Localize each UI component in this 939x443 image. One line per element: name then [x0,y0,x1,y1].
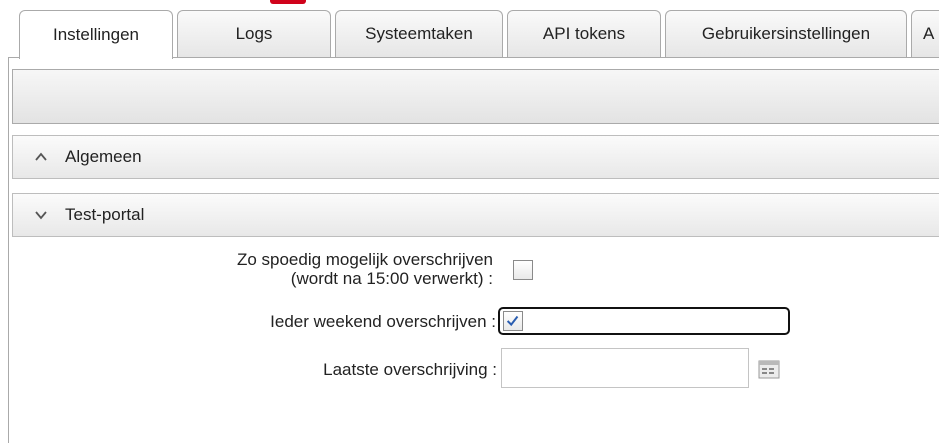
tab-logs[interactable]: Logs [177,10,331,57]
section-test-portal-header[interactable]: Test-portal [12,193,939,237]
asap-label: Zo spoedig mogelijk overschrijven (wordt… [237,250,493,288]
asap-checkbox[interactable] [513,260,533,280]
chevron-down-icon [35,211,47,220]
weekend-checkbox[interactable] [503,311,523,331]
tab-api-tokens[interactable]: API tokens [507,10,661,57]
section-title: Test-portal [65,205,145,224]
tab-systeemtaken[interactable]: Systeemtaken [335,10,503,57]
tab-instellingen[interactable]: Instellingen [19,10,173,59]
tab-label: Gebruikersinstellingen [701,24,871,43]
asap-label-line1: Zo spoedig mogelijk overschrijven [236,250,493,269]
tab-label: Instellingen [52,25,139,44]
chevron-up-icon [35,152,47,161]
last-overwrite-label: Laatste overschrijving : [323,360,497,379]
checkmark-icon [506,315,519,327]
toolbar [12,69,939,124]
tab-label: Logs [235,24,273,43]
tab-label: A [923,24,935,43]
asap-label-line2: (wordt na 15:00 verwerkt) : [290,269,493,288]
section-title: Algemeen [65,147,142,166]
tab-label: API tokens [542,24,626,43]
weekend-label: Ieder weekend overschrijven : [270,312,496,331]
section-algemeen-header[interactable]: Algemeen [12,135,939,179]
focus-outline [498,307,790,335]
calendar-icon[interactable] [758,359,780,379]
tab-truncated[interactable]: A [911,10,939,57]
last-overwrite-date-input[interactable] [501,348,749,388]
tab-gebruikersinstellingen[interactable]: Gebruikersinstellingen [665,10,907,57]
tab-label: Systeemtaken [365,24,473,43]
tab-bar: Instellingen Logs Systeemtaken API token… [0,0,939,59]
